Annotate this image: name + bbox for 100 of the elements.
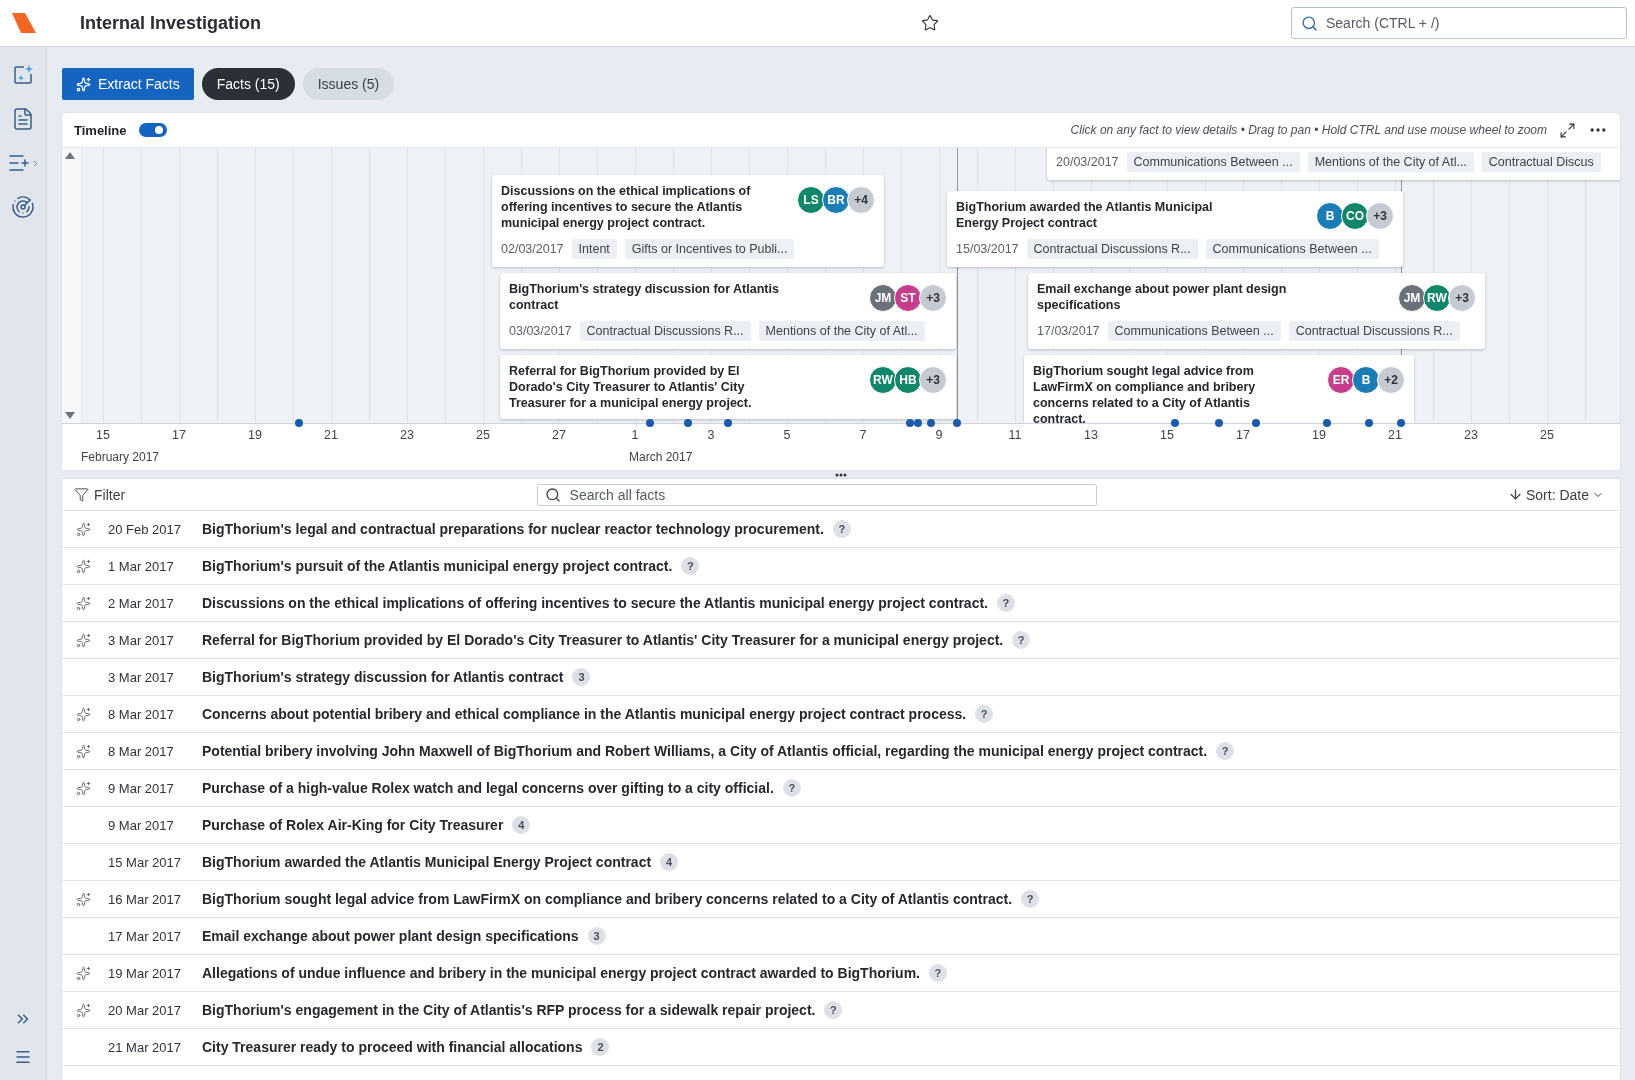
count-badge: 3 xyxy=(587,927,606,945)
card-tag: Contractual Discussions R... xyxy=(579,321,751,341)
card-tag: Contractual Discus xyxy=(1481,152,1601,172)
extract-facts-button[interactable]: Extract Facts xyxy=(62,68,194,100)
timeline-marker[interactable] xyxy=(1252,419,1260,427)
count-badge: 2 xyxy=(591,1038,610,1056)
fact-row[interactable]: 19 Mar 2017 Allegations of undue influence and bribery in the municipal energy project contract awarded to BigThorium. ? xyxy=(62,955,1620,992)
drag-handle-icon[interactable] xyxy=(835,472,847,477)
timeline-marker[interactable] xyxy=(1397,419,1405,427)
more-count: +4 xyxy=(847,186,875,214)
search-icon xyxy=(1301,15,1318,32)
card-date: 15/03/2017 xyxy=(956,242,1019,256)
avatar: HB xyxy=(894,366,922,394)
count-badge: ? xyxy=(1012,631,1031,649)
timeline-marker[interactable] xyxy=(927,419,935,427)
search-icon xyxy=(544,486,561,503)
sparkle-icon xyxy=(76,595,91,611)
fact-row[interactable]: 9 Mar 2017 Purchase of a high-value Rolex watch and legal concerns over gifting to a city official. ? xyxy=(62,770,1620,807)
fact-title: City Treasurer ready to proceed with financial allocations xyxy=(202,1039,583,1055)
card-tag: Mentions of the City of Atl... xyxy=(1307,152,1474,172)
timeline-marker[interactable] xyxy=(724,419,732,427)
timeline-canvas[interactable] xyxy=(62,148,1620,423)
fact-row[interactable]: 20 Mar 2017 BigThorium's engagement in the City of Atlantis's RFP process for a sidewalk repair project. ? xyxy=(62,992,1620,1029)
sort-button[interactable]: Sort: Date xyxy=(1507,486,1604,503)
fact-row[interactable]: 16 Mar 2017 BigThorium sought legal advice from LawFirmX on compliance and bribery concerns related to a City of Atlantis contract. ? xyxy=(62,881,1620,918)
facts-search-field[interactable]: Search all facts xyxy=(536,483,1097,506)
fact-card[interactable]: Referral for BigThorium provided by El Dorado's City Treasurer to Atlantis' City Treasurer for a municipal energy project. RW HB +3 xyxy=(500,355,956,419)
count-badge: ? xyxy=(832,520,851,538)
timeline-marker[interactable] xyxy=(646,419,654,427)
more-count: +3 xyxy=(1366,202,1394,230)
fact-row[interactable]: 15 Mar 2017 BigThorium awarded the Atlantis Municipal Energy Project contract 4 xyxy=(62,844,1620,881)
filter-button[interactable]: Filter xyxy=(74,486,126,503)
card-title: BigThorium awarded the Atlantis Municipal Energy Project contract xyxy=(956,199,1214,231)
timeline-marker[interactable] xyxy=(953,419,961,427)
fact-title: Allegations of undue influence and bribery in the municipal energy project contract awarded to BigThorium. xyxy=(202,965,920,981)
timeline-marker[interactable] xyxy=(295,419,303,427)
axis-tick: 13 xyxy=(1084,428,1098,442)
expand-icon[interactable] xyxy=(1559,121,1576,139)
axis-tick: 15 xyxy=(96,428,110,442)
fact-row[interactable]: 21 Mar 2017 City Treasurer ready to proceed with financial allocations 2 xyxy=(62,1029,1620,1066)
sparkle-square-icon[interactable] xyxy=(11,63,35,87)
tab[interactable]: Facts (15) xyxy=(201,68,295,100)
fact-row[interactable]: 8 Mar 2017 Concerns about potential bribery and ethical compliance in the Atlantis municipal energy project contract process. ? xyxy=(62,696,1620,733)
timeline-marker[interactable] xyxy=(1323,419,1331,427)
axis-tick: 15 xyxy=(1160,428,1174,442)
sparkle-icon xyxy=(76,558,91,574)
more-count: +3 xyxy=(919,366,947,394)
count-badge: 4 xyxy=(660,853,679,871)
timeline-marker[interactable] xyxy=(684,419,692,427)
fact-card[interactable]: 20/03/2017 Communications Between ... Mentions of the City of Atl... Contractual Discus xyxy=(1047,148,1620,180)
logo-icon xyxy=(12,13,36,33)
card-tag: Communications Between ... xyxy=(1205,239,1379,259)
timeline-marker[interactable] xyxy=(906,419,914,427)
card-title: Discussions on the ethical implications of offering incentives to secure the Atlantis municipal energy project contract. xyxy=(501,183,752,231)
fact-row[interactable]: 3 Mar 2017 Referral for BigThorium provided by El Dorado's City Treasurer to Atlantis' City Treasurer for a municipal energy project. ? xyxy=(62,622,1620,659)
more-count: +3 xyxy=(1448,284,1476,312)
fact-date: 16 Mar 2017 xyxy=(107,891,182,907)
axis-tick: 25 xyxy=(1540,428,1554,442)
avatar: JM xyxy=(1398,284,1426,312)
fact-title: BigThorium's pursuit of the Atlantis municipal energy project contract. xyxy=(202,558,673,574)
scroll-up-icon[interactable] xyxy=(65,152,75,159)
search-field[interactable]: Search (CTRL + /) xyxy=(1291,7,1627,39)
fact-row[interactable]: 9 Mar 2017 Purchase of Rolex Air-King for City Treasurer 4 xyxy=(62,807,1620,844)
fact-card[interactable]: Email exchange about power plant design specifications JM RW +3 17/03/2017 Communications Between ... Contractual Discussions R... xyxy=(1028,273,1485,349)
fact-card[interactable]: BigThorium's strategy discussion for Atlantis contract JM ST +3 03/03/2017 Contractual Discussions R... Mentions of the City of Atl... xyxy=(500,273,956,349)
sparkle-icon xyxy=(76,1002,91,1018)
menu-icon[interactable] xyxy=(14,1048,32,1066)
fact-title: Purchase of Rolex Air-King for City Treasurer xyxy=(202,817,504,833)
timeline-toggle[interactable] xyxy=(138,123,167,137)
timeline-marker[interactable] xyxy=(1365,419,1373,427)
card-tag: Intent xyxy=(571,239,617,259)
fact-title: Potential bribery involving John Maxwell of BigThorium and Robert Williams, a City of Atlantis official, regarding the municipal energy project contract. xyxy=(202,743,1208,759)
fact-date: 9 Mar 2017 xyxy=(107,817,175,833)
card-title: BigThorium sought legal advice from LawFirmX on compliance and bribery concerns related to a City of Atlantis contract. xyxy=(1033,363,1257,423)
count-badge: ? xyxy=(997,594,1015,612)
timeline-marker[interactable] xyxy=(1171,419,1179,427)
fact-row[interactable]: 20 Feb 2017 BigThorium's legal and contractual preparations for nuclear reactor technology procurement. ? xyxy=(62,511,1620,548)
count-badge: 4 xyxy=(512,816,531,834)
fact-date: 20 Feb 2017 xyxy=(107,521,182,537)
star-icon[interactable] xyxy=(921,14,940,32)
axis-tick: 19 xyxy=(1312,428,1326,442)
fact-title: BigThorium awarded the Atlantis Municipal Energy Project contract xyxy=(202,854,652,870)
fact-row[interactable]: 3 Mar 2017 BigThorium's strategy discussion for Atlantis contract 3 xyxy=(62,659,1620,696)
fact-card[interactable]: BigThorium awarded the Atlantis Municipal Energy Project contract B CO +3 15/03/2017 Contractual Discussions R... Communications Between ... xyxy=(947,191,1403,267)
radar-icon[interactable] xyxy=(11,195,35,219)
timeline-marker[interactable] xyxy=(1215,419,1223,427)
fact-card[interactable]: BigThorium sought legal advice from LawFirmX on compliance and bribery concerns related to a City of Atlantis contract. ER B +2 xyxy=(1024,355,1414,423)
fact-row[interactable]: 8 Mar 2017 Potential bribery involving John Maxwell of BigThorium and Robert Williams, a City of Atlantis official, regarding the municipal energy project contract. ? xyxy=(62,733,1620,770)
count-badge: ? xyxy=(824,1001,843,1019)
avatar: LS xyxy=(797,186,825,214)
card-tag: Mentions of the City of Atl... xyxy=(758,321,925,341)
fact-card[interactable]: Discussions on the ethical implications of offering incentives to secure the Atlantis municipal energy project contract. LS BR +4 02/03/2017 Intent Gifts or Incentives to Publi... xyxy=(492,175,884,267)
fact-row[interactable]: 1 Mar 2017 BigThorium's pursuit of the Atlantis municipal energy project contract. ? xyxy=(62,548,1620,585)
more-count: +3 xyxy=(919,284,947,312)
tab[interactable]: Issues (5) xyxy=(302,68,395,100)
timeline-marker[interactable] xyxy=(914,419,922,427)
fact-row[interactable]: 2 Mar 2017 Discussions on the ethical implications of offering incentives to secure the Atlantis municipal energy project contract. ? xyxy=(62,585,1620,622)
fact-row[interactable]: 17 Mar 2017 Email exchange about power plant design specifications 3 xyxy=(62,918,1620,955)
axis-tick: 9 xyxy=(935,428,943,442)
document-icon[interactable] xyxy=(11,107,35,131)
